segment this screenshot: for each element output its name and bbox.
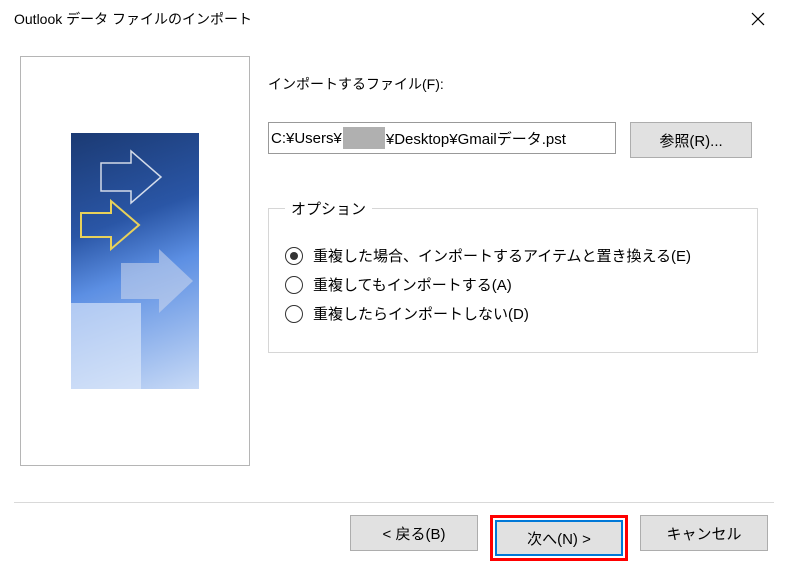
radio-label: 重複したらインポートしない(D) (313, 303, 529, 324)
file-label: インポートするファイル(F): (268, 74, 768, 94)
radio-icon (285, 247, 303, 265)
radio-label: 重複してもインポートする(A) (313, 274, 512, 295)
button-row: < 戻る(B) 次へ(N) > キャンセル (350, 515, 768, 561)
radio-allow-duplicates[interactable]: 重複してもインポートする(A) (285, 274, 741, 295)
next-button-highlight: 次へ(N) > (490, 515, 628, 561)
cancel-button[interactable]: キャンセル (640, 515, 768, 551)
radio-icon (285, 305, 303, 323)
dialog-title: Outlook データ ファイルのインポート (14, 9, 252, 29)
radio-replace-duplicates[interactable]: 重複した場合、インポートするアイテムと置き換える(E) (285, 245, 741, 266)
redacted-username (343, 127, 385, 149)
options-group: オプション 重複した場合、インポートするアイテムと置き換える(E) 重複してもイ… (268, 198, 758, 353)
titlebar: Outlook データ ファイルのインポート (0, 0, 788, 38)
back-button[interactable]: < 戻る(B) (350, 515, 478, 551)
content-area: インポートするファイル(F): C:¥Users¥ ¥Desktop¥Gmailデ… (0, 38, 788, 466)
close-button[interactable] (742, 7, 774, 31)
right-pane: インポートするファイル(F): C:¥Users¥ ¥Desktop¥Gmailデ… (268, 56, 768, 466)
options-legend: オプション (285, 198, 372, 219)
next-button[interactable]: 次へ(N) > (495, 520, 623, 556)
radio-label: 重複した場合、インポートするアイテムと置き換える(E) (313, 245, 691, 266)
wizard-image-frame (20, 56, 250, 466)
radio-skip-duplicates[interactable]: 重複したらインポートしない(D) (285, 303, 741, 324)
file-path-input[interactable]: C:¥Users¥ ¥Desktop¥Gmailデータ.pst (268, 122, 616, 154)
close-icon (751, 12, 765, 26)
wizard-arrow-graphic (71, 133, 199, 389)
radio-icon (285, 276, 303, 294)
file-row: C:¥Users¥ ¥Desktop¥Gmailデータ.pst 参照(R)... (268, 122, 768, 158)
file-path-prefix: C:¥Users¥ (271, 130, 342, 147)
divider (14, 502, 774, 503)
file-path-suffix: ¥Desktop¥Gmailデータ.pst (386, 128, 566, 149)
browse-button[interactable]: 参照(R)... (630, 122, 752, 158)
